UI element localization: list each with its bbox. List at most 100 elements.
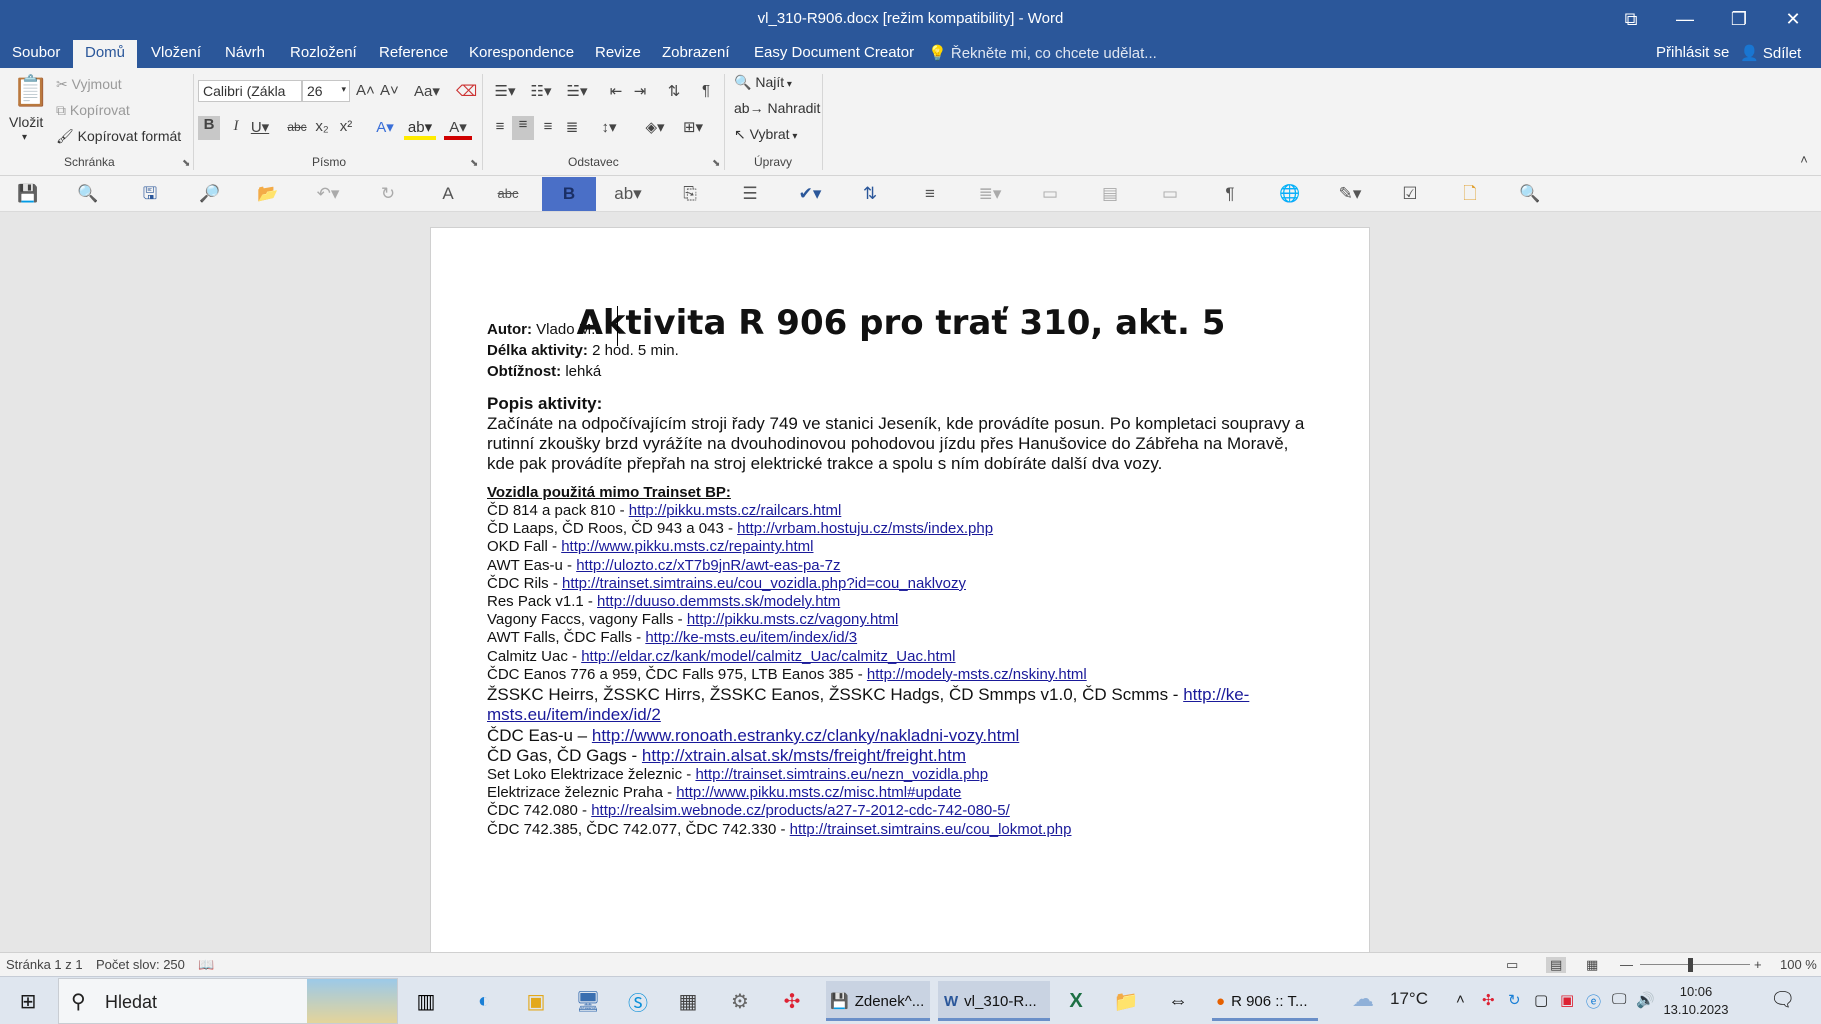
zoom-icon[interactable]: 🔍 xyxy=(1516,180,1544,208)
zoom-in-button[interactable]: + xyxy=(1754,957,1762,972)
font-color-icon[interactable]: A▾ xyxy=(444,118,472,140)
text-effects-icon[interactable]: A▾ xyxy=(372,118,398,136)
select-button[interactable]: ↖ Vybrat ▾ xyxy=(734,126,797,143)
save-icon[interactable]: 💾 xyxy=(14,180,42,208)
clear-formatting-icon[interactable]: ⌫ xyxy=(456,82,477,100)
web-layout-icon[interactable]: ▦ xyxy=(1586,957,1598,973)
vehicle-line[interactable]: AWT Eas-u - http://ulozto.cz/xT7b9jnR/aw… xyxy=(487,557,840,574)
open-folder-icon[interactable]: 📂 xyxy=(254,180,282,208)
find-button[interactable]: 🔍 Najít ▾ xyxy=(734,74,792,91)
tab-revize[interactable]: Revize xyxy=(595,44,641,61)
clipboard-launcher-icon[interactable]: ⬊ xyxy=(182,158,190,169)
temperature[interactable]: 17°C xyxy=(1390,989,1428,1009)
vehicle-link[interactable]: http://modely-msts.cz/nskiny.html xyxy=(867,666,1087,683)
file-explorer-icon[interactable]: 📁 xyxy=(1108,985,1144,1017)
strikethrough-icon[interactable]: abc xyxy=(286,120,308,134)
borders-icon[interactable]: ⊞▾ xyxy=(676,118,710,136)
vehicle-link[interactable]: http://duuso.demmsts.sk/modely.htm xyxy=(597,593,840,610)
taskbar-app-zdenek[interactable]: 💾 Zdenek^... xyxy=(826,981,930,1021)
replace-button[interactable]: ab→ Nahradit xyxy=(734,100,820,116)
skype-icon[interactable]: Ⓢ xyxy=(620,985,656,1017)
numbering-icon[interactable]: ☷▾ xyxy=(526,82,556,100)
bold-icon[interactable]: B xyxy=(198,116,220,140)
paragraph-launcher-icon[interactable]: ⬊ xyxy=(712,158,720,169)
vehicle-line[interactable]: OKD Fall - http://www.pikku.msts.cz/repa… xyxy=(487,538,814,555)
align-center-icon[interactable]: ≡ xyxy=(916,180,944,208)
search-icon[interactable]: 🔍 xyxy=(74,180,102,208)
description-text[interactable]: Začínáte na odpočívajícím stroji řady 74… xyxy=(487,414,1317,474)
calculator-icon[interactable]: ▦ xyxy=(670,985,706,1017)
vehicle-line[interactable]: Vagony Faccs, vagony Falls - http://pikk… xyxy=(487,611,898,628)
tab-reference[interactable]: Reference xyxy=(379,44,448,61)
document-canvas[interactable]: Aktivita R 906 pro trať 310, akt. 5 Auto… xyxy=(0,212,1821,952)
bold-icon[interactable]: B xyxy=(542,177,596,211)
excel-icon[interactable]: X xyxy=(1058,985,1094,1017)
highlight-icon[interactable]: ab▾ xyxy=(404,118,436,140)
windows-start-icon[interactable]: ⊞ xyxy=(10,985,46,1017)
description-heading[interactable]: Popis aktivity: xyxy=(487,394,602,414)
page-count[interactable]: Stránka 1 z 1 xyxy=(6,957,83,972)
save-as-icon[interactable]: 🖫 xyxy=(136,180,164,208)
subscript-icon[interactable]: x₂ xyxy=(312,118,332,135)
vehicle-line[interactable]: ČDC 742.385, ČDC 742.077, ČDC 742.330 - … xyxy=(487,821,1071,838)
line-spacing-icon[interactable]: ↕▾ xyxy=(594,118,624,136)
tab-zobrazeni[interactable]: Zobrazení xyxy=(662,44,730,61)
align-left-icon[interactable]: ≡ xyxy=(490,118,510,135)
vehicle-link[interactable]: http://www.pikku.msts.cz/misc.html#updat… xyxy=(676,784,961,801)
vehicle-line[interactable]: Calmitz Uac - http://eldar.cz/kank/model… xyxy=(487,648,956,665)
decrease-indent-icon[interactable]: ⇤ xyxy=(606,82,626,100)
change-case-icon[interactable]: Aa▾ xyxy=(412,82,442,100)
word-count[interactable]: Počet slov: 250 xyxy=(96,957,185,972)
font-style-icon[interactable]: A xyxy=(434,180,462,208)
redo-icon[interactable]: ↻ xyxy=(374,180,402,208)
footer-icon[interactable]: ▭ xyxy=(1156,180,1184,208)
vehicle-link[interactable]: http://eldar.cz/kank/model/calmitz_Uac/c… xyxy=(581,648,955,665)
restore-button[interactable]: ❐ xyxy=(1712,0,1766,38)
difficulty-line[interactable]: Obtížnost: lehká xyxy=(487,363,601,380)
vehicle-link[interactable]: http://vrbam.hostuju.cz/msts/index.php xyxy=(737,520,993,537)
vehicle-line[interactable]: AWT Falls, ČDC Falls - http://ke-msts.eu… xyxy=(487,629,857,646)
highlight-icon[interactable]: ab▾ xyxy=(614,180,642,208)
vehicle-line[interactable]: ČD Gas, ČD Gags - http://xtrain.alsat.sk… xyxy=(487,746,966,766)
tray-browser-icon[interactable]: ⓔ xyxy=(1586,991,1601,1012)
vehicle-link[interactable]: http://www.ronoath.estranky.cz/clanky/na… xyxy=(592,726,1019,745)
globe-icon[interactable]: 🌐 xyxy=(1276,180,1304,208)
sort-icon[interactable]: ⇅ xyxy=(856,180,884,208)
list-icon[interactable]: ☰ xyxy=(736,180,764,208)
railroad-icon[interactable]: ⚙ xyxy=(722,985,758,1017)
vehicle-line[interactable]: Set Loko Elektrizace železnic - http://t… xyxy=(487,766,988,783)
author-line[interactable]: Autor: Vlado M. xyxy=(487,321,595,338)
colorful-app-icon[interactable]: ✣ xyxy=(774,985,810,1017)
align-right-icon[interactable]: ≡ xyxy=(538,118,558,135)
tab-soubor[interactable]: Soubor xyxy=(12,44,60,61)
italic-icon[interactable]: I xyxy=(226,118,246,135)
vehicle-link[interactable]: http://realsim.webnode.cz/products/a27-7… xyxy=(591,802,1010,819)
duration-line[interactable]: Délka aktivity: 2 hod. 5 min. xyxy=(487,342,679,359)
print-preview-icon[interactable]: 🔎▾ xyxy=(196,180,224,231)
app-icon[interactable]: ▣ xyxy=(518,985,554,1017)
vehicle-link[interactable]: http://trainset.simtrains.eu/cou_vozidla… xyxy=(562,575,966,592)
tab-navrh[interactable]: Návrh xyxy=(225,44,265,61)
vehicle-link[interactable]: msts.eu/item/index/id/2 xyxy=(487,705,661,724)
font-name-combo[interactable]: Calibri (Zákla xyxy=(198,80,302,102)
grow-font-icon[interactable]: A˄ xyxy=(356,82,375,99)
check-document-icon[interactable]: ☑ xyxy=(1396,180,1424,208)
monitor-icon[interactable]: 🖥 xyxy=(570,985,606,1017)
tab-easy-document-creator[interactable]: Easy Document Creator xyxy=(754,44,914,61)
document-lock-icon[interactable]: 🗋 xyxy=(1456,180,1484,208)
vehicle-link[interactable]: http://pikku.msts.cz/railcars.html xyxy=(629,502,842,519)
tab-vlozeni[interactable]: Vložení xyxy=(151,44,201,61)
vehicles-heading[interactable]: Vozidla použitá mimo Trainset BP: xyxy=(487,484,731,501)
zoom-level[interactable]: 100 % xyxy=(1780,957,1817,972)
paste-icon[interactable]: 📋 xyxy=(12,74,49,109)
tab-domu[interactable]: Domů xyxy=(73,40,138,68)
shrink-font-icon[interactable]: A˅ xyxy=(380,82,399,99)
vehicle-line[interactable]: Res Pack v1.1 - http://duuso.demmsts.sk/… xyxy=(487,593,840,610)
align-center-icon[interactable]: ≡ xyxy=(512,116,534,140)
vehicle-line-wrap[interactable]: msts.eu/item/index/id/2 xyxy=(487,705,661,725)
notifications-icon[interactable]: 🗨 xyxy=(1770,987,1795,1012)
vehicle-link[interactable]: http://trainset.simtrains.eu/nezn_vozidl… xyxy=(695,766,988,783)
task-view-icon[interactable]: ▥ xyxy=(408,985,444,1017)
close-button[interactable]: ✕ xyxy=(1766,0,1820,38)
vehicle-line[interactable]: ČDC Eanos 776 a 959, ČDC Falls 975, LTB … xyxy=(487,666,1087,683)
